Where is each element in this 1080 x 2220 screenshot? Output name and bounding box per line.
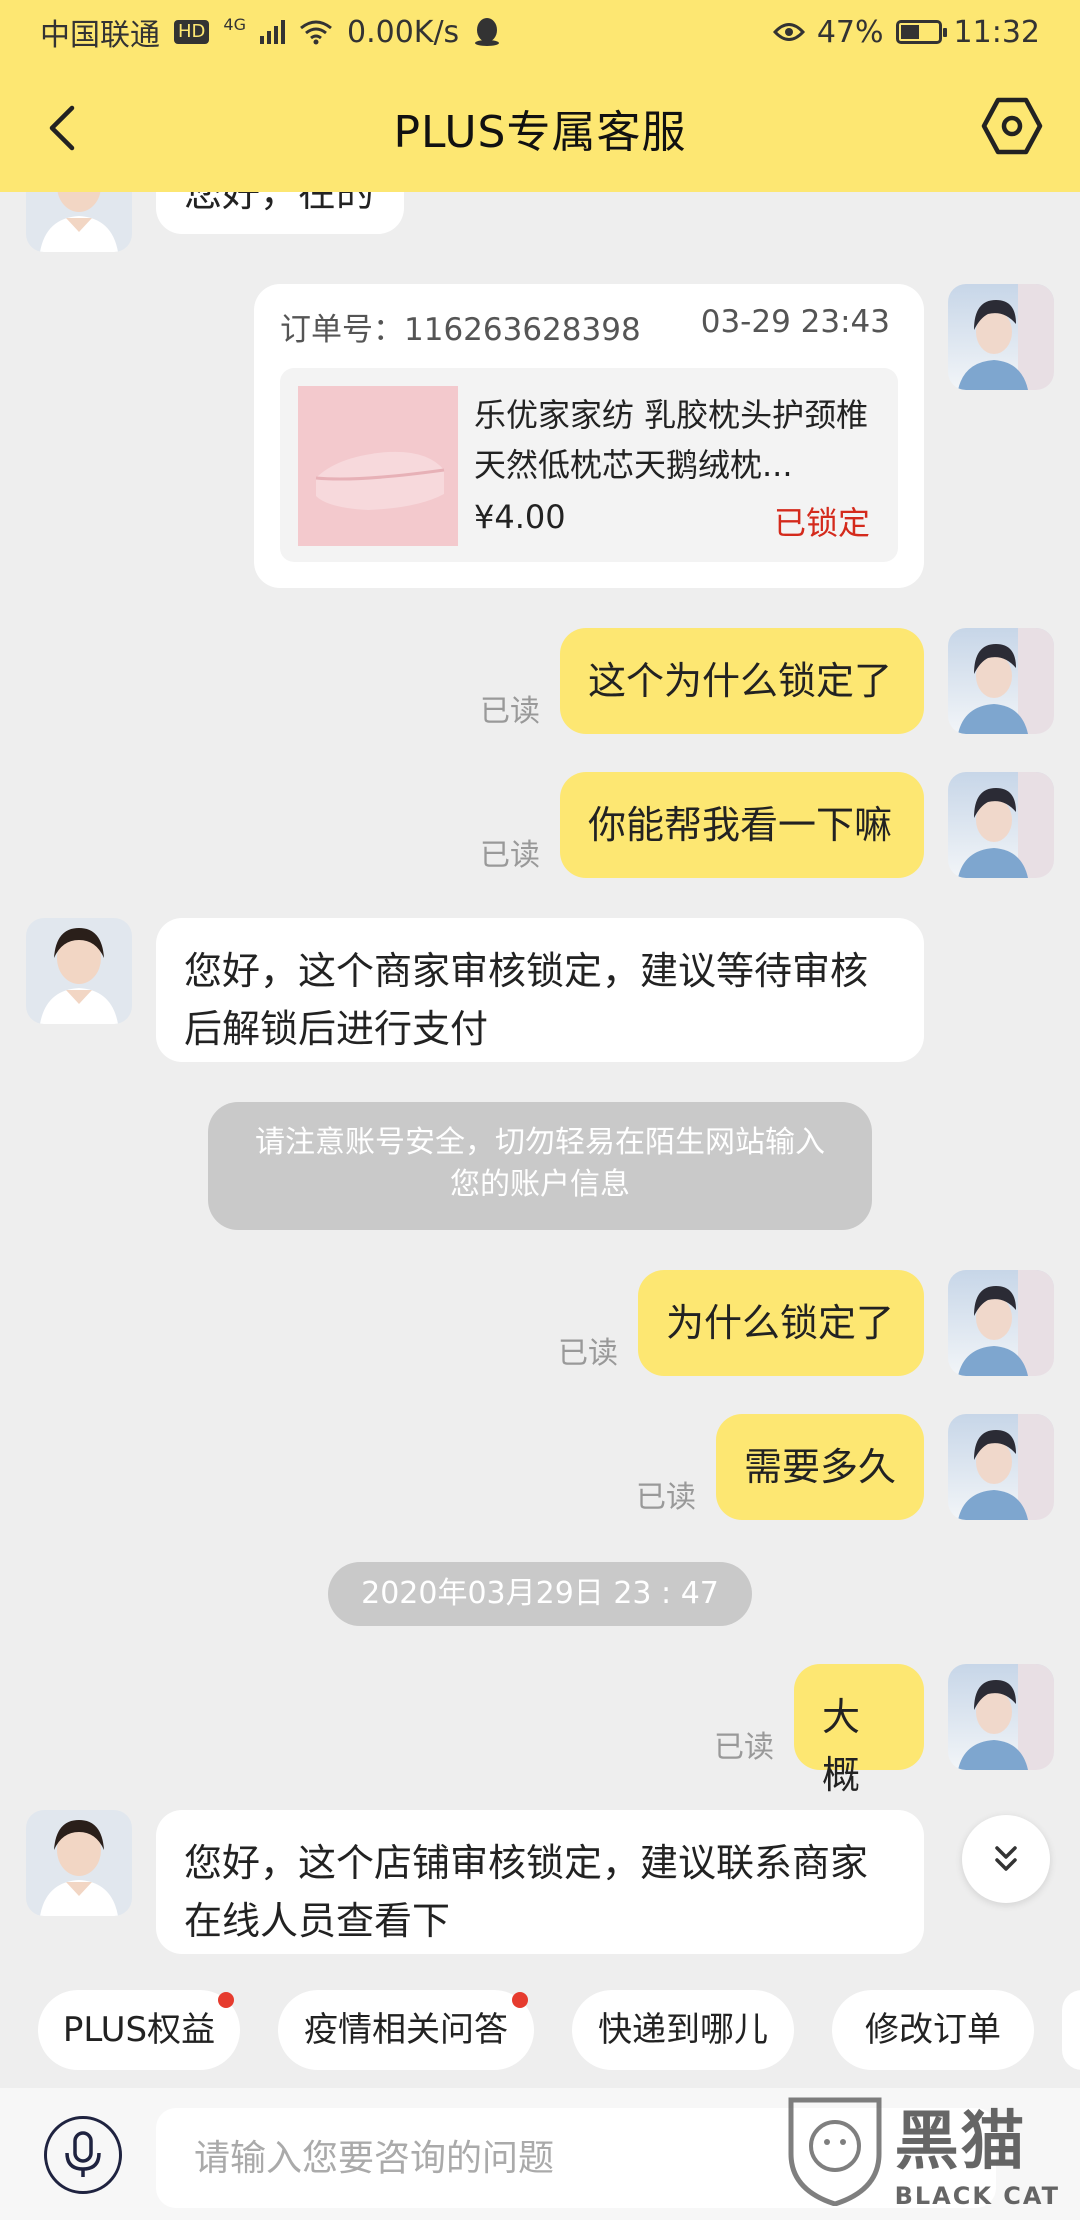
timestamp-pill: 2020年03月29日 23 : 47 — [328, 1562, 752, 1626]
network-type-label: 4G — [223, 14, 246, 34]
user-message: 需要多久 — [716, 1414, 924, 1520]
qq-icon — [475, 18, 500, 46]
user-avatar-icon — [958, 1270, 1054, 1376]
chip-plus-benefits[interactable]: PLUS权益 — [38, 1990, 240, 2070]
order-product[interactable]: 乐优家家纺 乳胶枕头护颈椎天然低枕芯天鹅绒枕... ¥4.00 已锁定 — [280, 368, 898, 562]
chip-express-tracking[interactable]: 快递到哪儿 — [572, 1990, 794, 2070]
user-message: 你能帮我看一下嘛 — [560, 772, 924, 878]
chip-label: PLUS权益 — [62, 2010, 216, 2050]
voice-button[interactable] — [44, 2116, 122, 2194]
app-header: PLUS专属客服 — [0, 64, 1080, 192]
notification-dot — [218, 1992, 234, 2008]
user-message: 这个为什么锁定了 — [560, 628, 924, 734]
agent-message: 您好，这个商家审核锁定，建议等待审核后解锁后进行支付 — [156, 918, 924, 1062]
order-card[interactable]: 订单号：116263628398 03-29 23:43 乐优家家纺 乳胶枕头护… — [254, 284, 924, 588]
chip-label: 修改订单 — [865, 2010, 1001, 2050]
product-name: 乐优家家纺 乳胶枕头护颈椎天然低枕芯天鹅绒枕... — [474, 396, 869, 484]
product-price: ¥4.00 — [474, 498, 566, 536]
user-avatar-icon — [958, 628, 1054, 734]
chip-epidemic-qa[interactable]: 疫情相关问答 — [278, 1990, 534, 2070]
order-number: 订单号：116263628398 — [280, 312, 641, 348]
chip-more[interactable] — [1062, 1990, 1080, 2070]
network-speed: 0.00K/s — [346, 14, 460, 50]
user-avatar-icon — [958, 1664, 1054, 1770]
user-avatar — [948, 772, 1054, 878]
cat-shield-logo-icon — [788, 2097, 882, 2206]
chip-label: 疫情相关问答 — [304, 2010, 508, 2050]
agent-avatar-icon — [40, 928, 118, 1024]
user-message: 为什么锁定了 — [638, 1270, 924, 1376]
microphone-icon — [65, 2131, 101, 2177]
agent-avatar — [26, 918, 132, 1024]
order-datetime: 03-29 23:43 — [700, 304, 890, 340]
agent-avatar-icon — [40, 1820, 118, 1916]
page-title: PLUS专属客服 — [393, 107, 687, 158]
user-message: 大概 — [794, 1664, 924, 1797]
wifi-icon — [300, 20, 332, 45]
input-bar: 黑猫 BLACK CAT — [0, 2088, 1080, 2220]
security-notice: 请注意账号安全，切勿轻易在陌生网站输入您的账户信息 — [208, 1102, 872, 1230]
read-receipt: 已读 — [558, 1336, 618, 1371]
status-bar: 中国联通 HD 4G 0.00K/s 47% 11:32 — [0, 0, 1080, 64]
signal-icon — [259, 20, 285, 44]
read-receipt: 已读 — [480, 694, 540, 729]
watermark-text: 黑猫 — [894, 2105, 1027, 2179]
notification-dot — [512, 1992, 528, 2008]
read-receipt: 已读 — [480, 838, 540, 873]
quick-chips: PLUS权益 疫情相关问答 快递到哪儿 修改订单 — [0, 1990, 1080, 2070]
back-arrow-icon[interactable] — [36, 100, 92, 156]
watermark-subtext: BLACK CAT — [894, 2182, 1060, 2210]
user-avatar-icon — [958, 1414, 1054, 1520]
chip-modify-order[interactable]: 修改订单 — [832, 1990, 1034, 2070]
user-avatar-icon — [958, 772, 1054, 878]
battery-percent: 47% — [816, 14, 884, 50]
read-receipt: 已读 — [714, 1730, 774, 1765]
user-avatar — [948, 628, 1054, 734]
eye-icon — [772, 23, 805, 41]
order-status: 已锁定 — [773, 504, 870, 542]
agent-message: 您好，这个店铺审核锁定，建议联系商家在线人员查看下 — [156, 1810, 924, 1954]
agent-message: 您好，在的 — [156, 192, 404, 234]
user-avatar — [948, 1270, 1054, 1376]
chip-label: 快递到哪儿 — [598, 2010, 768, 2050]
scroll-to-bottom-button[interactable] — [962, 1815, 1050, 1903]
battery-icon — [895, 20, 947, 44]
settings-icon[interactable] — [980, 94, 1044, 158]
chat-area[interactable]: 您好，在的 订单号：116263628398 03-29 23:43 乐优家家纺… — [0, 192, 1080, 1962]
clock: 11:32 — [953, 14, 1040, 50]
agent-avatar-icon — [40, 192, 118, 252]
agent-avatar — [26, 1810, 132, 1916]
product-image — [298, 386, 458, 546]
carrier-label: 中国联通 — [40, 18, 160, 53]
user-avatar — [948, 1414, 1054, 1520]
hd-icon: HD — [174, 20, 210, 44]
watermark: 黑猫 BLACK CAT — [785, 2090, 1060, 2210]
user-avatar — [948, 284, 1054, 390]
read-receipt: 已读 — [636, 1480, 696, 1515]
user-avatar — [948, 1664, 1054, 1770]
agent-avatar — [26, 192, 132, 252]
double-chevron-down-icon — [995, 1846, 1017, 1871]
user-avatar-icon — [958, 284, 1054, 390]
